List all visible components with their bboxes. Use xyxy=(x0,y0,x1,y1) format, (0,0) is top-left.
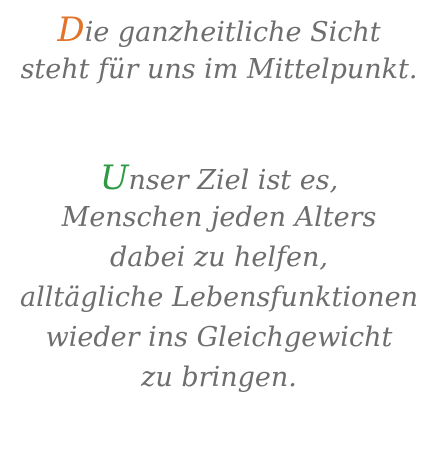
paragraph2-line3: dabei zu helfen, xyxy=(109,242,328,273)
paragraph2-line1-text: nser Ziel ist es, xyxy=(128,165,339,196)
paragraph1-line2: steht für uns im Mittelpunkt. xyxy=(20,54,418,85)
paragraph2-line4: alltägliche Lebensfunktionen xyxy=(20,282,418,313)
text-block: Die ganzheitliche Sicht steht für uns im… xyxy=(0,10,438,398)
paragraph1-line1: Die ganzheitliche Sicht xyxy=(0,10,438,50)
paragraph1-line1-text: ie ganzheitliche Sicht xyxy=(84,17,381,48)
drop-initial-d: D xyxy=(57,10,85,50)
paragraph2-line6: zu bringen. xyxy=(141,362,297,393)
paragraph2-line2: Menschen jeden Alters xyxy=(61,202,377,233)
page: { "paragraph1": { "initial": "D", "line1… xyxy=(0,0,438,450)
paragraph2-line1: Unser Ziel ist es, xyxy=(0,158,438,198)
drop-initial-u: U xyxy=(99,158,129,198)
paragraph2-line5: wieder ins Gleichgewicht xyxy=(45,322,393,353)
